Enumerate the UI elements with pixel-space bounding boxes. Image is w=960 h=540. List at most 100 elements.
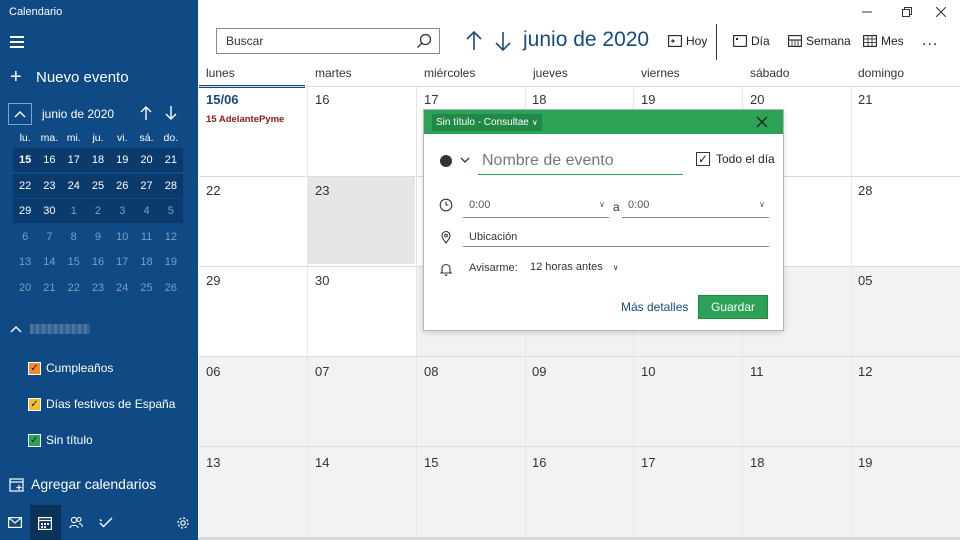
day-cell[interactable]: 20 [750, 92, 764, 107]
day-cell[interactable]: 29 [206, 273, 220, 288]
add-calendars-button[interactable]: Agregar calendarios [9, 476, 156, 492]
mini-calendar-collapse-button[interactable] [8, 103, 32, 125]
day-cell[interactable]: 08 [424, 364, 438, 379]
day-cell[interactable]: 07 [315, 364, 329, 379]
mini-day[interactable]: 19 [159, 250, 183, 274]
close-window-button[interactable] [934, 5, 948, 19]
day-cell[interactable]: 18 [532, 92, 546, 107]
day-cell[interactable]: 28 [858, 183, 872, 198]
mini-day[interactable]: 22 [13, 173, 38, 198]
save-button[interactable]: Guardar [698, 295, 768, 319]
mini-day[interactable]: 21 [158, 148, 183, 172]
mini-next-month-button[interactable] [165, 105, 177, 125]
day-cell[interactable]: 06 [206, 364, 220, 379]
day-view-button[interactable]: Día [733, 34, 770, 48]
mini-day[interactable]: 6 [13, 225, 37, 249]
mini-day[interactable]: 15 [62, 250, 86, 274]
mini-day[interactable]: 24 [61, 173, 86, 198]
mini-day[interactable]: 10 [110, 225, 134, 249]
mini-day[interactable]: 15 [13, 148, 38, 172]
mini-prev-month-button[interactable] [140, 105, 152, 125]
mail-button[interactable] [0, 505, 30, 540]
search-icon[interactable] [416, 33, 432, 49]
mini-day[interactable]: 26 [110, 173, 135, 198]
mini-day[interactable]: 2 [85, 199, 111, 224]
mini-day[interactable]: 9 [86, 225, 110, 249]
mini-day[interactable]: 3 [110, 199, 135, 224]
day-cell[interactable]: 19 [858, 455, 872, 470]
day-cell[interactable]: 11 [750, 364, 764, 379]
day-cell-today[interactable]: 15/06 [206, 92, 239, 107]
mini-day[interactable]: 27 [134, 173, 159, 198]
all-day-checkbox[interactable]: ✓ Todo el día [696, 152, 775, 166]
mini-day[interactable]: 1 [61, 199, 86, 224]
day-cell[interactable]: 30 [315, 273, 329, 288]
mini-day[interactable]: 18 [134, 250, 158, 274]
hamburger-menu-icon[interactable] [10, 36, 24, 48]
day-cell-selected[interactable]: 23 [315, 183, 329, 198]
end-time-select[interactable]: 0:00 ∨ [622, 194, 769, 218]
calendar-item-cumpleanos[interactable]: ✓ Cumpleaños [28, 361, 113, 375]
day-cell[interactable]: 13 [206, 455, 220, 470]
mini-day[interactable]: 12 [159, 225, 183, 249]
event-name-input[interactable] [478, 148, 683, 175]
day-cell[interactable]: 22 [206, 183, 220, 198]
search-input[interactable] [217, 29, 407, 53]
location-input[interactable]: Ubicación [463, 227, 769, 247]
calendar-selector[interactable]: Sin título - Consultae ∨ [432, 114, 542, 131]
today-button[interactable]: Hoy [668, 34, 707, 48]
day-cell[interactable]: 16 [315, 92, 329, 107]
mini-day[interactable]: 5 [158, 199, 183, 224]
mini-day[interactable]: 20 [13, 276, 37, 300]
event-color-picker[interactable] [440, 155, 452, 167]
mini-day[interactable]: 29 [13, 199, 38, 224]
prev-period-button[interactable] [465, 30, 483, 52]
day-cell[interactable]: 17 [424, 92, 438, 107]
chevron-down-icon[interactable] [460, 154, 470, 166]
start-time-select[interactable]: 0:00 ∨ [463, 194, 609, 218]
calendar-button[interactable] [30, 505, 61, 540]
day-cell[interactable]: 15 [424, 455, 438, 470]
more-details-link[interactable]: Más detalles [621, 300, 688, 314]
close-icon[interactable] [755, 115, 769, 129]
day-cell[interactable]: 10 [641, 364, 655, 379]
mini-day[interactable]: 22 [62, 276, 86, 300]
day-cell[interactable]: 05 [858, 273, 872, 288]
day-cell[interactable]: 16 [532, 455, 546, 470]
calendar-item-festivos[interactable]: ✓ Días festivos de España [28, 397, 175, 411]
mini-day[interactable]: 20 [134, 148, 159, 172]
day-cell[interactable]: 18 [750, 455, 764, 470]
day-cell[interactable]: 17 [641, 455, 655, 470]
mini-day[interactable]: 18 [85, 148, 111, 172]
reminder-select[interactable]: 12 horas antes ∨ [530, 261, 619, 273]
more-options-button[interactable]: ... [922, 32, 938, 50]
calendar-item-sin-titulo[interactable]: ✓ Sin título [28, 433, 93, 447]
mini-day[interactable]: 30 [37, 199, 62, 224]
mini-day[interactable]: 25 [134, 276, 158, 300]
mini-day[interactable]: 14 [37, 250, 61, 274]
mini-day[interactable]: 16 [37, 148, 62, 172]
new-event-button[interactable]: + Nuevo evento [10, 67, 129, 87]
mini-day[interactable]: 23 [86, 276, 110, 300]
mini-day[interactable]: 24 [110, 276, 134, 300]
day-cell[interactable]: 21 [858, 92, 872, 107]
next-period-button[interactable] [494, 30, 512, 52]
mini-day[interactable]: 23 [37, 173, 62, 198]
minimize-button[interactable] [860, 5, 874, 19]
settings-button[interactable] [168, 505, 198, 540]
todo-button[interactable] [91, 505, 121, 540]
day-cell[interactable]: 19 [641, 92, 655, 107]
mini-day[interactable]: 19 [110, 148, 135, 172]
mini-day[interactable]: 13 [13, 250, 37, 274]
mini-day[interactable]: 17 [110, 250, 134, 274]
week-view-button[interactable]: Semana [788, 34, 851, 48]
mini-day[interactable]: 21 [37, 276, 61, 300]
mini-day[interactable]: 7 [37, 225, 61, 249]
mini-day[interactable]: 4 [134, 199, 159, 224]
mini-day[interactable]: 16 [86, 250, 110, 274]
month-view-button[interactable]: Mes [863, 34, 904, 48]
mini-day[interactable]: 25 [85, 173, 111, 198]
people-button[interactable] [61, 505, 91, 540]
mini-day[interactable]: 28 [158, 173, 183, 198]
mini-day[interactable]: 26 [159, 276, 183, 300]
